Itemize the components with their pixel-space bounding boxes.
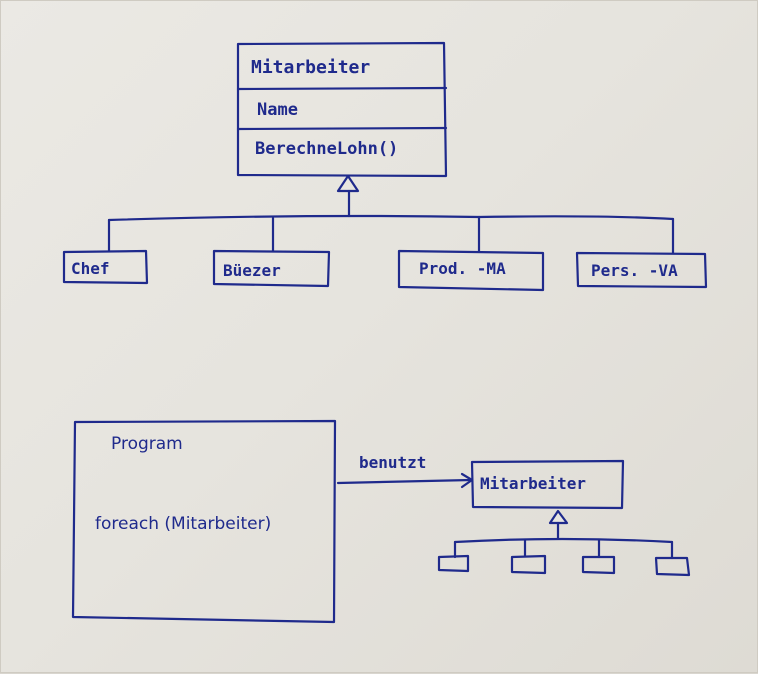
small-class-name: Mitarbeiter bbox=[480, 474, 586, 493]
class-box-divider-2 bbox=[236, 126, 448, 131]
program-title: Program bbox=[111, 434, 183, 454]
class-box-divider-1 bbox=[236, 86, 448, 91]
small-class-box: Mitarbeiter bbox=[470, 459, 625, 510]
subclass-chef: Chef bbox=[62, 249, 149, 285]
inheritance-branch-line bbox=[107, 214, 675, 222]
uses-relation: benutzt bbox=[336, 453, 474, 489]
class-box-mitarbeiter: Mitarbeiter Name BerechneLohn() bbox=[236, 41, 448, 178]
small-subclass-box bbox=[581, 555, 616, 575]
subclass-prod: Prod. -MA bbox=[397, 249, 545, 292]
small-subclass-box bbox=[510, 554, 547, 575]
small-inheritance-triangle bbox=[548, 509, 569, 525]
program-code: foreach (Mitarbeiter) bbox=[95, 514, 271, 534]
subclass-label: Büezer bbox=[223, 261, 281, 280]
subclass-label: Prod. -MA bbox=[419, 259, 506, 278]
class-name: Mitarbeiter bbox=[251, 57, 370, 78]
uml-diagram: Mitarbeiter Name BerechneLohn() Chef Büe… bbox=[62, 41, 708, 624]
uses-arrow-line bbox=[336, 478, 473, 485]
small-inheritance bbox=[437, 509, 691, 577]
program-box: Program foreach (Mitarbeiter) bbox=[71, 419, 337, 624]
subclass-pers: Pers. -VA bbox=[575, 251, 708, 289]
class-attribute: Name bbox=[257, 100, 298, 120]
paper-background: Mitarbeiter Name BerechneLohn() Chef Büe… bbox=[0, 0, 758, 673]
subclass-buezer: Büezer bbox=[212, 249, 331, 288]
small-subclass-box bbox=[437, 554, 470, 573]
small-subclass-box bbox=[654, 556, 691, 577]
relation-label: benutzt bbox=[359, 453, 426, 472]
class-method: BerechneLohn() bbox=[255, 139, 398, 159]
inheritance-arrow bbox=[107, 174, 675, 255]
subclass-label: Pers. -VA bbox=[591, 261, 678, 280]
subclass-label: Chef bbox=[71, 259, 110, 278]
small-inheritance-branch bbox=[453, 537, 674, 544]
inheritance-triangle bbox=[336, 174, 360, 193]
